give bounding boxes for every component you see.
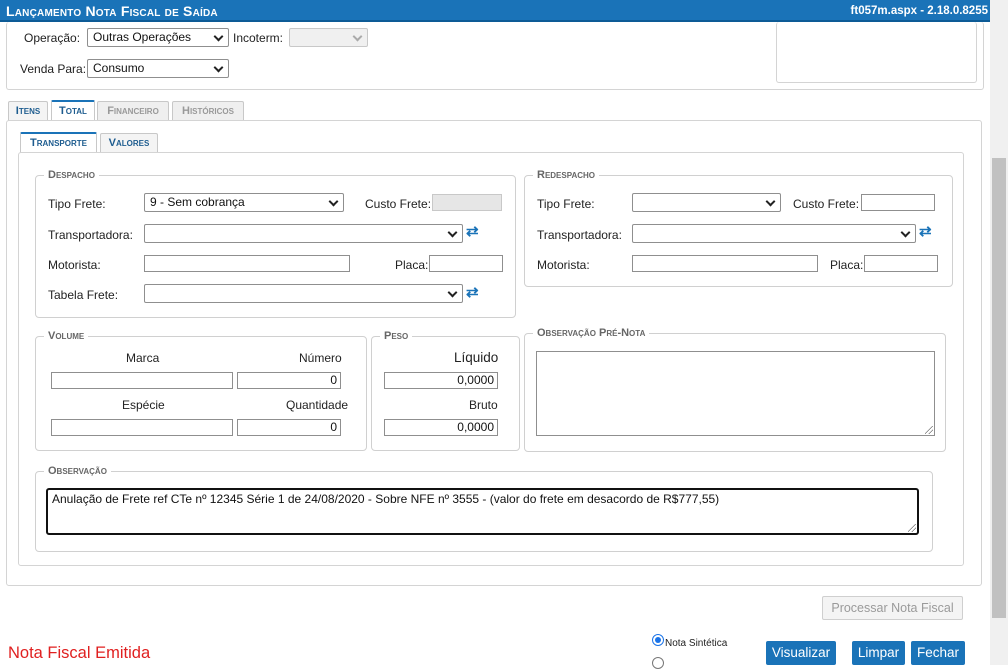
despacho-custo-frete-input[interactable]	[432, 194, 502, 211]
title-bar: Lançamento Nota Fiscal de Saída ft057m.a…	[0, 0, 990, 22]
observacao-textarea[interactable]: Anulação de Frete ref CTe nº 12345 Série…	[46, 488, 919, 535]
peso-liquido-value: 0,0000	[457, 373, 494, 387]
refresh-icon[interactable]: ⇄	[466, 224, 480, 240]
redespacho-custo-frete-label: Custo Frete:	[793, 197, 860, 211]
operacao-label: Operação:	[24, 31, 81, 45]
peso-bruto-input[interactable]: 0,0000	[384, 419, 498, 436]
despacho-motorista-input[interactable]	[144, 255, 350, 272]
radio-option-2[interactable]	[652, 657, 664, 669]
processar-nota-fiscal-button[interactable]: Processar Nota Fiscal	[822, 596, 963, 620]
limpar-label: Limpar	[857, 645, 900, 660]
volume-marca-label: Marca	[126, 351, 160, 365]
volume-especie-label: Espécie	[122, 398, 165, 412]
despacho-placa-input[interactable]	[429, 255, 503, 272]
venda-para-select[interactable]: Consumo	[87, 59, 229, 78]
despacho-transportadora-label: Transportadora:	[48, 228, 133, 242]
scrollbar-thumb[interactable]	[992, 158, 1006, 618]
volume-numero-input[interactable]: 0	[237, 372, 341, 389]
visualizar-label: Visualizar	[771, 645, 831, 660]
observacao-legend: Observação	[44, 465, 111, 477]
obs-pre-nota-legend: Observação Pré-Nota	[533, 327, 650, 339]
despacho-motorista-label: Motorista:	[48, 258, 101, 272]
volume-quantidade-input[interactable]: 0	[237, 419, 341, 436]
tab-itens[interactable]: Itens	[8, 101, 48, 121]
venda-para-label: Venda Para:	[20, 62, 87, 76]
tab-financeiro-label: Financeiro	[107, 105, 159, 117]
tab-total[interactable]: Total	[51, 100, 95, 121]
redespacho-tipo-frete-select[interactable]	[632, 193, 781, 212]
fechar-label: Fechar	[916, 645, 960, 660]
operacao-value: Outras Operações	[93, 30, 192, 44]
processar-label: Processar Nota Fiscal	[831, 601, 954, 615]
window-title: Lançamento Nota Fiscal de Saída	[6, 3, 218, 19]
radio-nota-sintetica[interactable]	[652, 634, 664, 646]
tab-total-label: Total	[59, 105, 87, 117]
redespacho-placa-label: Placa:	[830, 258, 864, 272]
despacho-legend: Despacho	[44, 169, 99, 181]
redespacho-motorista-label: Motorista:	[537, 258, 590, 272]
despacho-tabela-frete-select[interactable]	[144, 284, 463, 303]
despacho-tipo-frete-label: Tipo Frete:	[48, 197, 106, 211]
version-label: ft057m.aspx - 2.18.0.8255	[850, 5, 988, 17]
incoterm-label: Incoterm:	[233, 31, 284, 45]
peso-bruto-value: 0,0000	[457, 420, 494, 434]
despacho-tipo-frete-select[interactable]: 9 - Sem cobrança	[144, 193, 344, 212]
volume-legend: Volume	[44, 330, 89, 342]
tab-itens-label: Itens	[15, 105, 41, 117]
peso-legend: Peso	[380, 330, 413, 342]
obs-pre-nota-textarea[interactable]	[536, 351, 935, 436]
peso-liquido-label: Líquido	[454, 350, 499, 365]
tab-historicos[interactable]: Históricos	[172, 101, 244, 121]
peso-liquido-input[interactable]: 0,0000	[384, 372, 498, 389]
observacao-value: Anulação de Frete ref CTe nº 12345 Série…	[52, 492, 720, 506]
tab-historicos-label: Históricos	[182, 105, 234, 117]
despacho-tabela-frete-label: Tabela Frete:	[48, 288, 119, 302]
resize-grip-icon[interactable]	[908, 524, 916, 532]
despacho-tipo-frete-value: 9 - Sem cobrança	[150, 195, 245, 209]
visualizar-button[interactable]: Visualizar	[766, 641, 836, 665]
limpar-button[interactable]: Limpar	[852, 641, 905, 665]
redespacho-transportadora-select[interactable]	[632, 224, 916, 243]
subtab-valores-label: Valores	[108, 137, 150, 149]
peso-bruto-label: Bruto	[469, 398, 498, 412]
subtab-valores[interactable]: Valores	[100, 133, 158, 153]
redespacho-tipo-frete-label: Tipo Frete:	[537, 197, 595, 211]
header-side-box	[776, 22, 977, 83]
resize-grip-icon[interactable]	[925, 426, 933, 434]
status-text: Nota Fiscal Emitida	[8, 644, 151, 662]
volume-numero-label: Número	[299, 351, 342, 365]
redespacho-placa-input[interactable]	[864, 255, 938, 272]
refresh-icon[interactable]: ⇄	[919, 224, 933, 240]
despacho-custo-frete-label: Custo Frete:	[365, 197, 432, 211]
redespacho-transportadora-label: Transportadora:	[537, 228, 622, 242]
tab-financeiro[interactable]: Financeiro	[97, 101, 169, 121]
volume-especie-input[interactable]	[51, 419, 233, 436]
subtab-transporte[interactable]: Transporte	[20, 132, 97, 153]
radio-nota-sintetica-label: Nota Sintética	[665, 638, 728, 649]
redespacho-legend: Redespacho	[533, 169, 600, 181]
redespacho-custo-frete-input[interactable]	[861, 194, 935, 211]
volume-marca-input[interactable]	[51, 372, 233, 389]
volume-numero-value: 0	[330, 373, 337, 387]
fechar-button[interactable]: Fechar	[911, 641, 965, 665]
vertical-scrollbar[interactable]	[990, 0, 1008, 665]
despacho-placa-label: Placa:	[395, 258, 429, 272]
refresh-icon[interactable]: ⇄	[466, 285, 480, 301]
volume-quantidade-label: Quantidade	[286, 398, 349, 412]
venda-para-value: Consumo	[93, 61, 145, 75]
volume-quantidade-value: 0	[330, 420, 337, 434]
incoterm-select[interactable]	[289, 28, 368, 47]
subtab-transporte-label: Transporte	[30, 137, 87, 149]
redespacho-motorista-input[interactable]	[632, 255, 818, 272]
operacao-select[interactable]: Outras Operações	[87, 28, 229, 47]
despacho-transportadora-select[interactable]	[144, 224, 463, 243]
